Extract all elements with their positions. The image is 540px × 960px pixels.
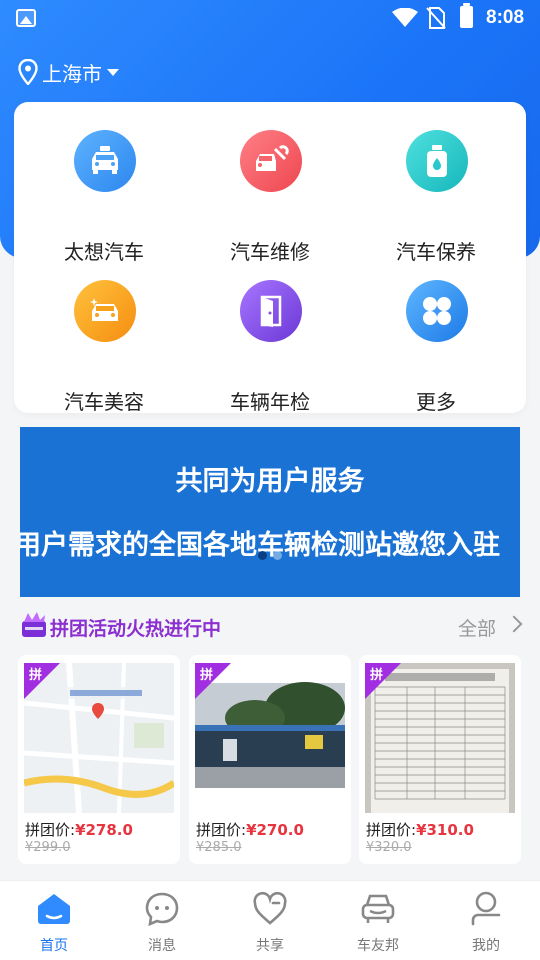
tab-label: 首页 xyxy=(40,938,68,954)
heart-icon xyxy=(253,891,287,925)
service-repair[interactable]: 汽车维修 xyxy=(195,130,345,264)
home-icon xyxy=(38,894,70,924)
pager-dot[interactable] xyxy=(258,551,267,560)
group-buy-card[interactable]: 拼 拼团价:¥270.0 ¥285.0 xyxy=(189,655,351,864)
no-sim-icon xyxy=(426,7,446,29)
service-label: 汽车维修 xyxy=(230,240,310,264)
profile-icon xyxy=(471,891,501,926)
more-grid-icon xyxy=(406,280,468,342)
car-repair-icon xyxy=(240,130,302,192)
banner-headline: 共同为用户服务 xyxy=(175,466,365,497)
service-grid: 太想汽车 汽车维修 汽车保养 汽车美容 车辆年检 更多 xyxy=(14,102,526,414)
pager-dot[interactable] xyxy=(273,551,282,560)
tab-share[interactable]: 共享 xyxy=(216,889,324,959)
group-price: 拼团价:¥310.0 xyxy=(366,819,474,840)
status-bar: 8:08 xyxy=(0,0,540,36)
wifi-icon xyxy=(392,8,418,27)
car-sparkle-icon xyxy=(74,280,136,342)
tab-messages[interactable]: 消息 xyxy=(108,889,216,959)
group-price: 拼团价:¥270.0 xyxy=(196,819,304,840)
original-price: ¥285.0 xyxy=(196,840,242,855)
group-buy-tag-text: 拼 xyxy=(29,668,43,683)
door-icon xyxy=(240,280,302,342)
service-maintenance[interactable]: 汽车保养 xyxy=(361,130,511,264)
taxi-icon xyxy=(74,130,136,192)
image-notification-icon xyxy=(16,9,36,27)
service-label: 汽车美容 xyxy=(64,390,144,414)
price-value: ¥310.0 xyxy=(416,821,474,839)
status-time: 8:08 xyxy=(486,7,525,28)
car-club-icon xyxy=(361,894,395,923)
banner-pager xyxy=(258,551,282,560)
section-title: 拼团活动火热进行中 xyxy=(50,618,222,640)
service-beauty[interactable]: 汽车美容 xyxy=(29,280,179,414)
price-value: ¥270.0 xyxy=(246,821,304,839)
original-price: ¥320.0 xyxy=(366,840,412,855)
location-pin-icon xyxy=(18,59,38,85)
group-buy-tag-text: 拼 xyxy=(370,668,384,683)
service-annual-inspection[interactable]: 车辆年检 xyxy=(195,280,345,414)
price-label: 拼团价: xyxy=(366,821,417,839)
tab-profile[interactable]: 我的 xyxy=(432,889,540,959)
group-price: 拼团价:¥278.0 xyxy=(25,819,133,840)
tab-label: 车友邦 xyxy=(357,938,399,954)
group-buy-tag-text: 拼 xyxy=(200,668,214,683)
original-price: ¥299.0 xyxy=(25,840,71,855)
service-taxi[interactable]: 太想汽车 xyxy=(29,130,179,264)
chevron-right-icon[interactable] xyxy=(505,615,523,633)
tab-home[interactable]: 首页 xyxy=(0,889,108,959)
service-label: 更多 xyxy=(416,390,456,414)
price-label: 拼团价: xyxy=(25,821,76,839)
oil-bottle-icon xyxy=(406,130,468,192)
view-all-link[interactable]: 全部 xyxy=(458,614,496,641)
tab-label: 共享 xyxy=(256,938,284,954)
tab-label: 我的 xyxy=(472,938,500,954)
location-selector[interactable]: 上海市 xyxy=(18,58,119,86)
group-buy-card[interactable]: 拼 拼团价:¥278.0 ¥299.0 xyxy=(18,655,180,864)
battery-icon xyxy=(460,3,473,28)
message-icon xyxy=(145,892,179,927)
service-more[interactable]: 更多 xyxy=(361,280,511,414)
bottom-tab-bar: 首页 消息 共享 车友邦 我的 xyxy=(0,880,540,960)
promo-banner[interactable]: 共同为用户服务 用户需求的全国各地车辆检测站邀您入驻 xyxy=(20,427,520,597)
city-label: 上海市 xyxy=(42,61,102,86)
tab-label: 消息 xyxy=(148,938,176,954)
service-label: 车辆年检 xyxy=(230,390,310,414)
chevron-down-icon xyxy=(107,68,119,76)
group-buy-badge-icon xyxy=(22,612,46,637)
group-buy-header: 拼团活动火热进行中 全部 xyxy=(20,612,523,641)
tab-car-club[interactable]: 车友邦 xyxy=(324,889,432,959)
service-label: 汽车保养 xyxy=(396,240,476,264)
group-buy-card[interactable]: 拼 拼团价:¥310.0 ¥320.0 xyxy=(359,655,521,864)
service-label: 太想汽车 xyxy=(64,240,144,264)
price-label: 拼团价: xyxy=(196,821,247,839)
price-value: ¥278.0 xyxy=(75,821,133,839)
